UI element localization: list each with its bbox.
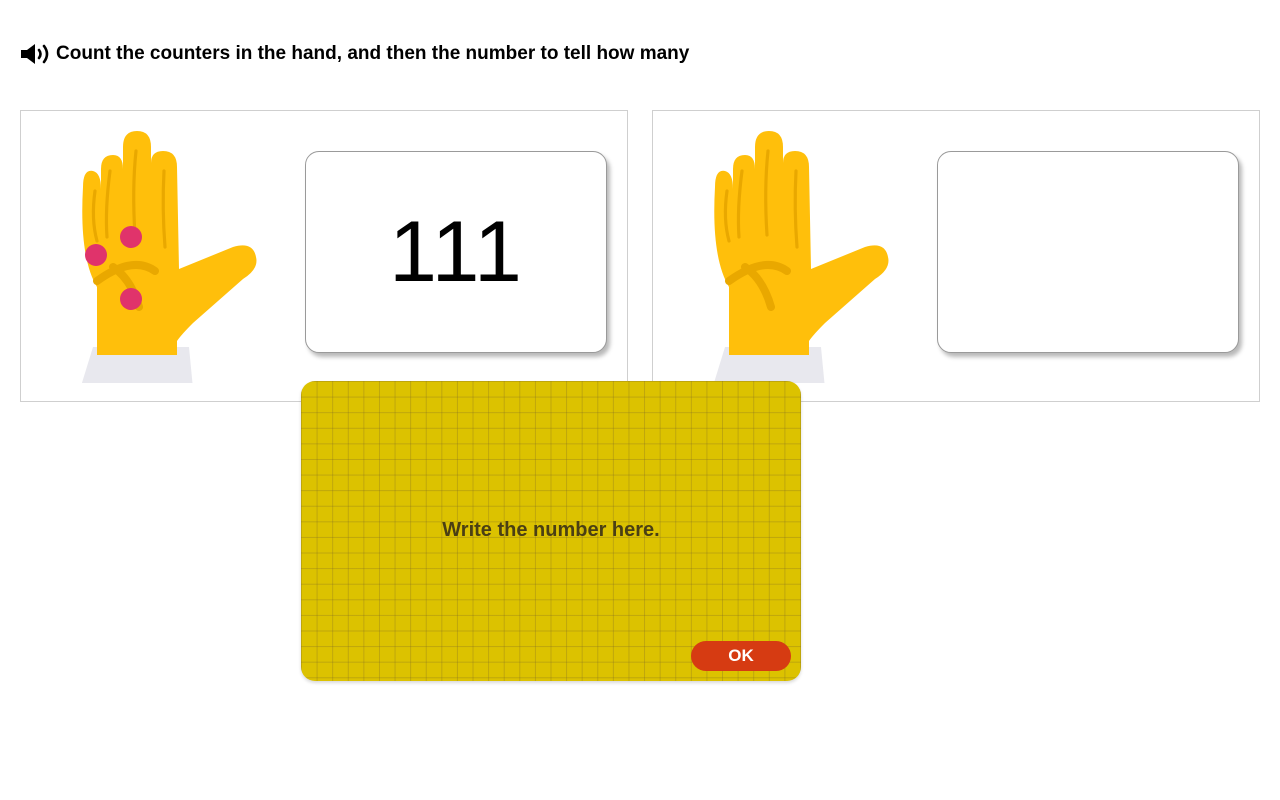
answer-value: 111 [389,204,523,300]
counter [85,244,107,266]
exercise-screen: Count the counters in the hand, and then… [0,0,1280,800]
instruction-text: Count the counters in the hand, and then… [56,43,690,64]
counter [120,288,142,310]
panel-2 [652,110,1260,402]
counter [120,226,142,248]
hand-icon [73,129,273,383]
instruction: Count the counters in the hand, and then… [20,42,689,66]
answer-card[interactable] [937,151,1239,353]
ok-button[interactable]: OK [691,641,791,671]
panel-1: 111 [20,110,628,402]
hand-icon [705,129,905,383]
answer-card[interactable]: 111 [305,151,607,353]
speaker-icon[interactable] [20,42,52,66]
writing-pad[interactable]: Write the number here. OK [301,381,801,681]
pad-hint: Write the number here. [442,519,660,541]
